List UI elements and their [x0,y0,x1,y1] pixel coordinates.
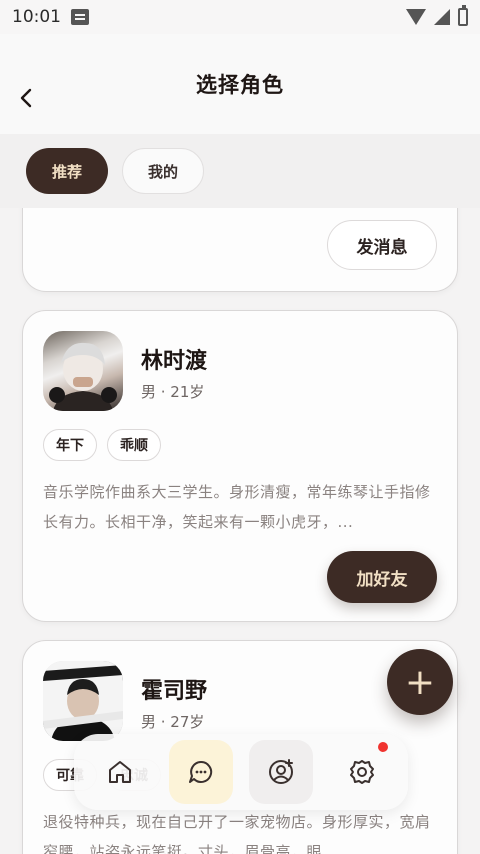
tab-bar: 推荐 我的 [0,134,480,208]
nav-chat[interactable] [168,740,233,804]
status-icons [406,5,468,26]
status-bar: 10:01 [0,0,480,34]
character-description: 音乐学院作曲系大三学生。身形清瘦，常年练琴让手指修长有力。长相干净，笑起来有一颗… [43,483,431,531]
character-meta: 男 · 27岁 [141,713,205,731]
header: 选择角色 [0,34,480,134]
signal-icon [434,9,450,25]
nav-settings[interactable] [330,740,394,804]
tag: 乖顺 [107,429,161,461]
battery-icon [458,5,468,26]
wifi-icon [406,9,426,25]
tag: 年下 [43,429,97,461]
avatar-portrait [43,661,123,741]
character-name: 林时渡 [141,349,208,374]
character-card[interactable]: 林时渡 男 · 21岁 年下 乖顺 音乐学院作曲系大三学生。身形清瘦，常年练琴让… [22,310,458,622]
message-notification-icon [71,9,89,25]
chat-icon [188,760,212,783]
home-icon [109,761,132,783]
back-arrow-icon[interactable] [16,87,38,109]
add-friend-button[interactable]: 加好友 [327,551,437,603]
avatar [43,661,123,741]
avatar-portrait [49,342,117,411]
tab-recommended[interactable]: 推荐 [26,148,108,194]
page-title: 选择角色 [196,73,284,97]
notification-badge [377,742,388,752]
tag-list: 年下 乖顺 [43,429,161,461]
avatar [43,331,123,411]
nav-home[interactable] [88,740,152,804]
character-description: 退役特种兵，现在自己开了一家宠物店。身形厚实，宽肩窄腰，站姿永远笔挺。寸头，眉骨… [43,813,431,854]
character-meta: 男 · 21岁 [141,383,205,401]
character-name: 霍司野 [141,679,208,704]
tab-mine[interactable]: 我的 [122,148,204,194]
bottom-nav [74,734,408,810]
send-message-button[interactable]: 发消息 [327,220,437,270]
nav-add-friend[interactable] [249,740,314,804]
add-friend-icon [269,759,294,784]
create-character-button[interactable]: + [387,649,453,715]
settings-icon [349,760,374,784]
status-time: 10:01 [12,7,61,27]
